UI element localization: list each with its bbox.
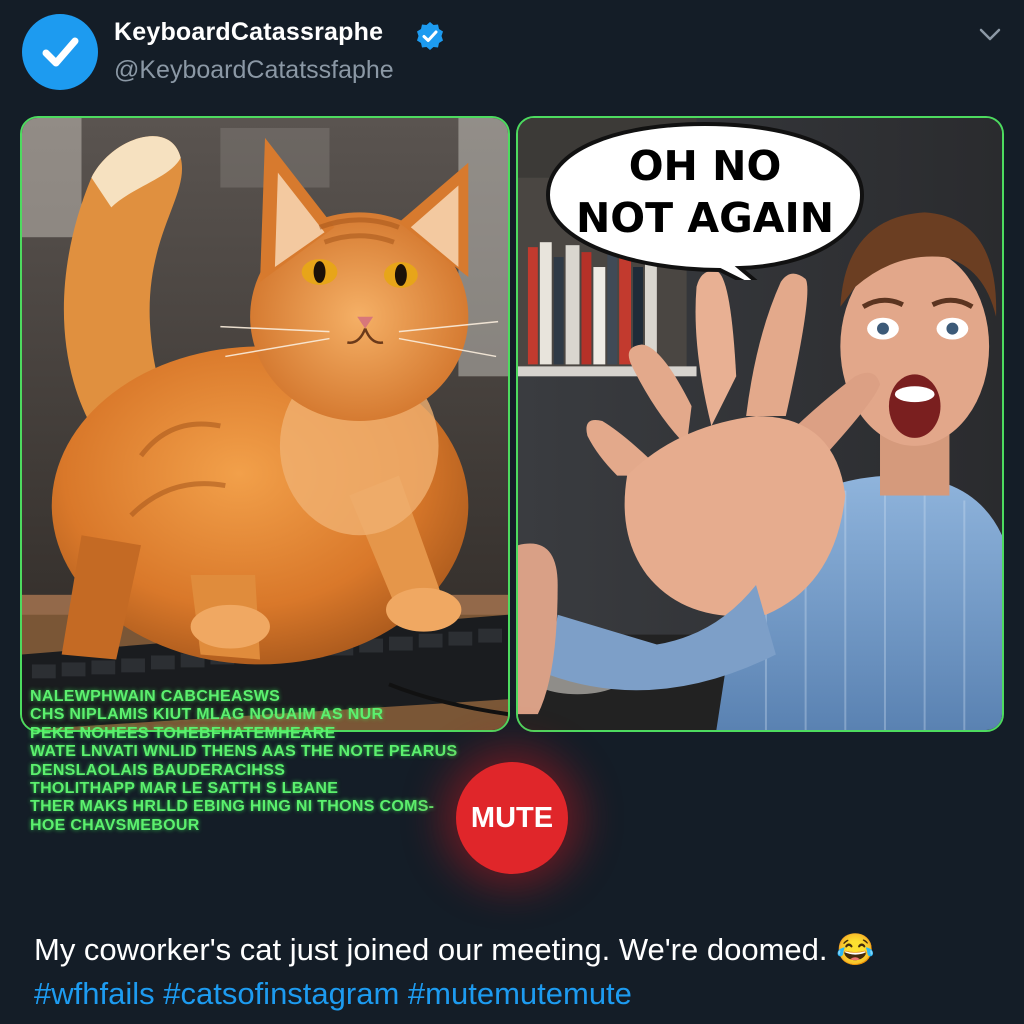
gibberish-line: CHS NIPLAMIS KIUT MLAG NOUAIM AS NUR bbox=[30, 706, 384, 724]
chevron-down-icon[interactable] bbox=[976, 20, 1004, 48]
hashtag-link[interactable]: #wfhfails bbox=[34, 976, 155, 1011]
gibberish-line: THER MAKS HRLLD EBING HING NI THONS COMS… bbox=[30, 798, 435, 816]
hashtag-link[interactable]: #catsofinstagram bbox=[163, 976, 399, 1011]
gibberish-line: NALEWPHWAIN CABCHEASWS bbox=[30, 688, 281, 705]
post-hashtags: #wfhfails #catsofinstagram #mutemutemute bbox=[34, 974, 994, 1014]
post-caption: My coworker's cat just joined our meetin… bbox=[34, 932, 875, 967]
hashtag-link[interactable]: #mutemutemute bbox=[408, 976, 632, 1011]
media-panel-cat[interactable] bbox=[20, 116, 510, 732]
speech-bubble-line-1: OH NO bbox=[628, 142, 782, 190]
gibberish-line: PEKE NOHEES TOHEBFHATEMHEARE bbox=[30, 724, 336, 742]
user-handle[interactable]: @KeyboardCatatssfaphe bbox=[114, 56, 394, 85]
speech-bubble-text: OH NO NOT AGAIN bbox=[544, 140, 866, 244]
checkmark-avatar-icon bbox=[42, 37, 79, 67]
gibberish-line: THOLITHAPP MAR LE SATTH S LBANE bbox=[30, 780, 339, 798]
mute-button[interactable]: MUTE bbox=[456, 762, 568, 874]
display-name[interactable]: KeyboardCatassraphe bbox=[114, 18, 383, 47]
cat-on-keyboard-image bbox=[22, 118, 508, 730]
post-header: KeyboardCatassraphe @KeyboardCatatssfaph… bbox=[0, 0, 1024, 110]
verified-badge-icon bbox=[417, 22, 443, 50]
keyboard-gibberish-text: NALEWPHWAIN CABCHEASWS CHS NIPLAMIS KIUT… bbox=[30, 688, 470, 835]
avatar[interactable] bbox=[22, 14, 98, 90]
gibberish-line: DENSLAOLAIS BAUDERACIHSS bbox=[30, 761, 286, 779]
gibberish-line: HOE CHAVSMEBOUR bbox=[30, 816, 200, 834]
gibberish-line: WATE LNVATI WNLID THENS AAS THE NOTE PEA… bbox=[30, 743, 458, 761]
speech-bubble-line-2: NOT AGAIN bbox=[575, 194, 835, 242]
